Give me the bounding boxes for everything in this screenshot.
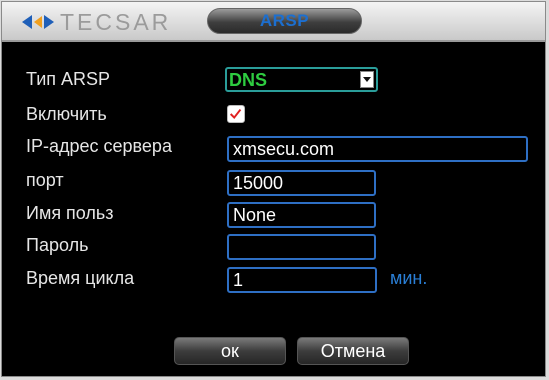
- title-bar: TECSAR ARSP: [2, 2, 545, 42]
- port-input[interactable]: 15000: [227, 170, 376, 196]
- server-input[interactable]: xmsecu.com: [227, 136, 528, 162]
- checkmark-icon: [229, 108, 242, 120]
- port-label: порт: [26, 170, 64, 190]
- arsp-dialog: TECSAR ARSP Тип ARSP DNS Включить IP-адр…: [1, 1, 546, 377]
- type-select-value: DNS: [229, 70, 268, 90]
- caret-down-icon[interactable]: [360, 71, 374, 88]
- cycle-input[interactable]: 1: [227, 267, 377, 293]
- username-input[interactable]: None: [227, 202, 376, 228]
- cancel-button[interactable]: Отмена: [297, 337, 409, 365]
- username-label: Имя польз: [26, 203, 114, 223]
- enable-checkbox[interactable]: [227, 105, 245, 123]
- cycle-unit: мин.: [390, 268, 428, 288]
- ok-button[interactable]: ок: [174, 337, 286, 365]
- logo-arrows-icon: [22, 15, 54, 29]
- server-label: IP-адрес сервера: [26, 136, 172, 156]
- dialog-title: ARSP: [259, 11, 310, 30]
- brand-logo: TECSAR: [20, 8, 172, 35]
- password-label: Пароль: [26, 235, 89, 255]
- password-input[interactable]: [227, 234, 376, 260]
- logo-text: TECSAR: [60, 8, 172, 35]
- type-select[interactable]: DNS: [225, 67, 378, 92]
- type-label: Тип ARSP: [26, 69, 111, 89]
- cycle-label: Время цикла: [26, 268, 135, 288]
- dialog-title-tab: ARSP: [207, 8, 362, 34]
- enable-label: Включить: [26, 104, 107, 124]
